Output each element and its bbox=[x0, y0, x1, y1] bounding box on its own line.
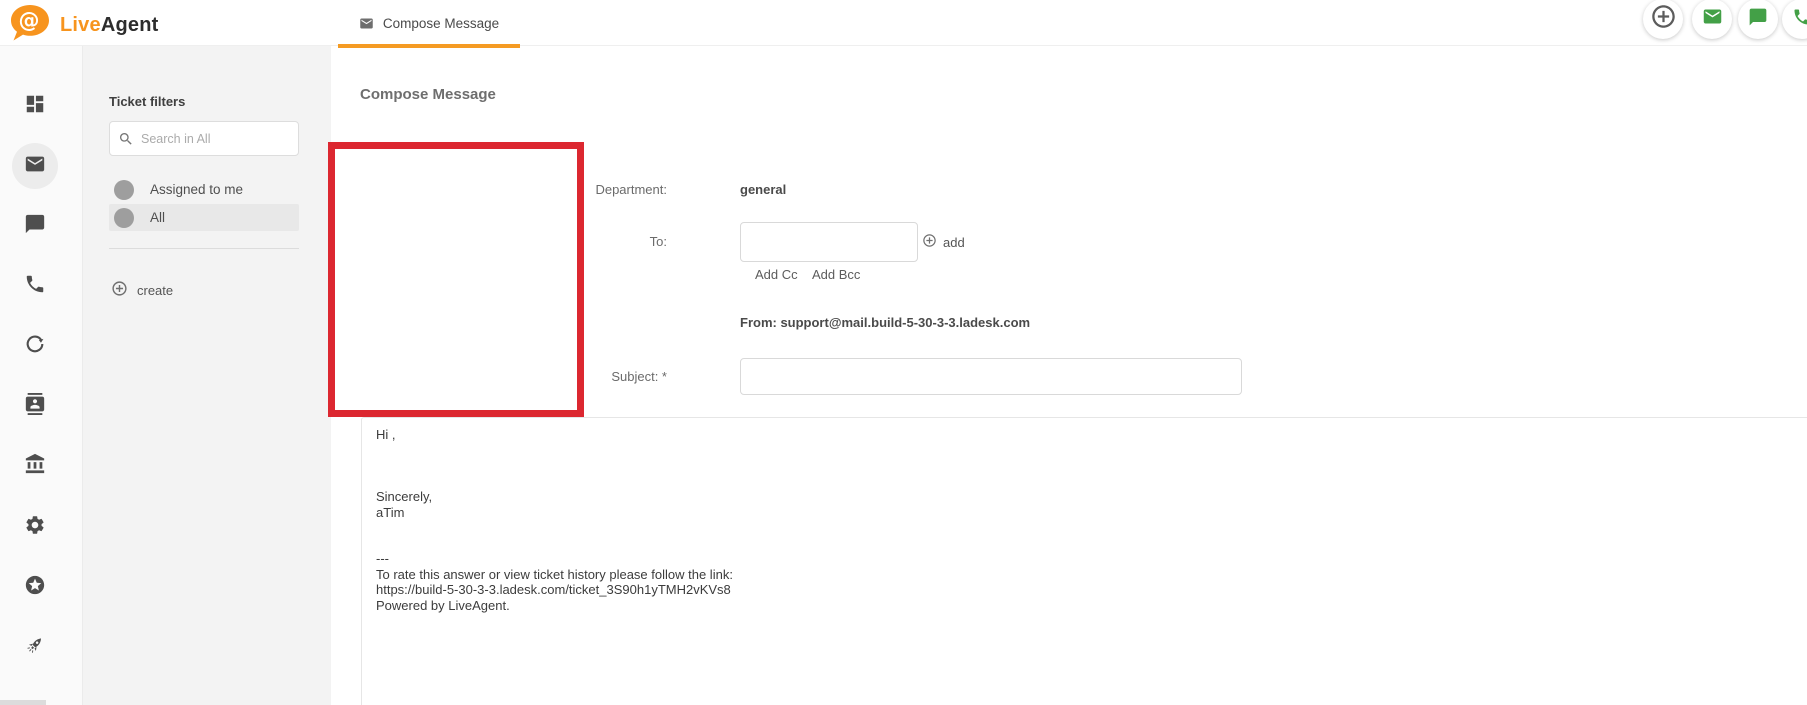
from-line: From: support@mail.build-5-30-3-3.ladesk… bbox=[740, 315, 1030, 330]
filter-label: Assigned to me bbox=[150, 182, 243, 197]
plus-circle-icon bbox=[1650, 3, 1677, 35]
sidebar-item-contacts[interactable] bbox=[24, 395, 46, 417]
loop-icon bbox=[24, 333, 46, 360]
envelope-icon bbox=[24, 153, 46, 180]
ticket-filters-title: Ticket filters bbox=[109, 94, 185, 109]
active-tab-underline bbox=[338, 44, 520, 48]
tab-label: Compose Message bbox=[383, 16, 499, 31]
filter-all[interactable]: All bbox=[109, 204, 299, 231]
add-label: add bbox=[943, 235, 965, 250]
page-title: Compose Message bbox=[360, 86, 496, 103]
phone-icon bbox=[1792, 7, 1807, 32]
department-label: Department: bbox=[500, 182, 667, 197]
add-recipient-button[interactable]: add bbox=[922, 233, 965, 251]
subject-input[interactable] bbox=[740, 358, 1242, 395]
plus-circle-icon bbox=[111, 280, 128, 300]
new-call-button[interactable] bbox=[1782, 0, 1807, 39]
phone-icon bbox=[24, 273, 46, 300]
sidebar-item-calls[interactable] bbox=[24, 275, 46, 297]
star-circle-icon bbox=[24, 574, 46, 601]
plus-circle-icon bbox=[922, 233, 937, 251]
ticket-filters-panel: Ticket filters Assigned to me All create bbox=[83, 46, 331, 705]
chat-icon bbox=[1748, 7, 1768, 32]
department-value: general bbox=[740, 182, 786, 197]
create-filter-button[interactable]: create bbox=[111, 278, 173, 302]
bank-icon bbox=[24, 453, 46, 480]
dashboard-icon bbox=[24, 93, 46, 120]
logo-text: LiveAgent bbox=[60, 14, 159, 37]
tab-compose-message[interactable]: Compose Message bbox=[338, 0, 520, 46]
create-label: create bbox=[137, 283, 173, 298]
search-icon bbox=[118, 131, 134, 147]
subject-label: Subject: * bbox=[500, 369, 667, 384]
add-cc-button[interactable]: Add Cc bbox=[755, 267, 798, 282]
sidebar-item-getting-started[interactable] bbox=[24, 636, 46, 658]
chat-icon bbox=[24, 213, 46, 240]
message-body-editor[interactable]: Hi , Sincerely, aTim --- To rate this an… bbox=[361, 417, 1807, 705]
top-bar: @ LiveAgent Compose Message bbox=[0, 0, 1807, 46]
add-new-button[interactable] bbox=[1643, 0, 1683, 39]
add-bcc-button[interactable]: Add Bcc bbox=[812, 267, 860, 282]
scrollbar-corner bbox=[0, 700, 46, 705]
envelope-icon bbox=[1702, 6, 1723, 32]
filter-assigned-to-me[interactable]: Assigned to me bbox=[109, 176, 299, 203]
sidebar-item-featured[interactable] bbox=[24, 576, 46, 598]
liveagent-logo[interactable]: @ LiveAgent bbox=[8, 3, 159, 48]
search-box bbox=[109, 121, 299, 156]
rocket-icon bbox=[24, 634, 46, 661]
icon-rail bbox=[0, 46, 83, 705]
liveagent-app: @ LiveAgent Compose Message bbox=[0, 0, 1807, 705]
new-email-button[interactable] bbox=[1692, 0, 1732, 39]
filter-radio-icon bbox=[114, 208, 134, 228]
search-input[interactable] bbox=[141, 132, 281, 146]
gear-icon bbox=[24, 514, 46, 541]
filter-label: All bbox=[150, 210, 165, 225]
sidebar-item-billing[interactable] bbox=[24, 455, 46, 477]
sidebar-item-settings[interactable] bbox=[24, 516, 46, 538]
to-input[interactable] bbox=[740, 222, 918, 262]
svg-text:@: @ bbox=[19, 9, 40, 33]
to-label: To: bbox=[500, 234, 667, 249]
sidebar-item-chats[interactable] bbox=[24, 215, 46, 237]
sidebar-item-tickets[interactable] bbox=[24, 155, 46, 177]
at-speech-bubble-icon: @ bbox=[8, 3, 52, 48]
envelope-icon bbox=[359, 16, 374, 31]
sidebar-item-dashboard[interactable] bbox=[24, 95, 46, 117]
filter-radio-icon bbox=[114, 180, 134, 200]
contact-card-icon bbox=[24, 393, 46, 420]
new-chat-button[interactable] bbox=[1738, 0, 1778, 39]
filters-divider bbox=[109, 248, 299, 249]
sidebar-item-automation[interactable] bbox=[24, 335, 46, 357]
